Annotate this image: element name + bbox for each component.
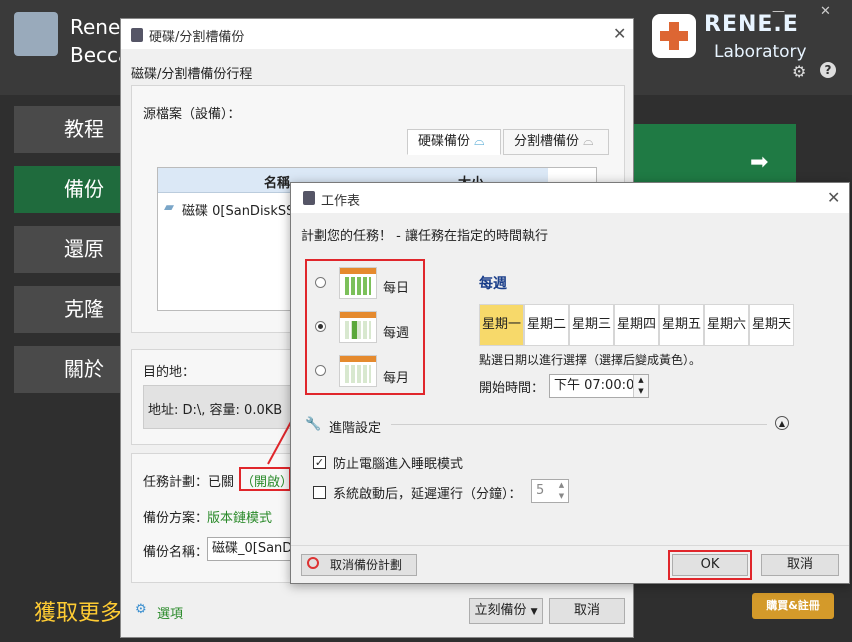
schedule-dialog-title: 工作表 xyxy=(321,194,361,209)
day-monday[interactable]: 星期一 xyxy=(479,304,524,346)
start-time-label: 開始時間： xyxy=(479,381,545,396)
schedule-dialog-titlebar xyxy=(291,183,849,213)
wrench-icon: 🔧 xyxy=(305,417,322,432)
day-sunday[interactable]: 星期天 xyxy=(749,304,794,346)
delay-checkbox[interactable] xyxy=(313,486,326,499)
close-icon[interactable]: ✕ xyxy=(827,188,840,207)
delay-label: 系統啟動后，延遲運行（分鐘）： xyxy=(333,487,522,502)
radio-daily[interactable] xyxy=(315,277,326,288)
daily-calendar-icon xyxy=(339,267,377,299)
schedule-heading: 計劃您的任務！ - 讓任務在指定的時間執行 xyxy=(301,229,548,244)
option-monthly-label[interactable]: 每月 xyxy=(383,367,409,386)
prevent-sleep-checkbox[interactable]: ✓ xyxy=(313,456,326,469)
delay-spinner[interactable]: ▲ ▼ xyxy=(555,480,568,502)
disk-app-icon xyxy=(303,191,315,205)
cancel-plan-label: 取消備份計劃 xyxy=(329,558,402,572)
advanced-divider xyxy=(391,424,767,425)
cancel-plan-icon xyxy=(307,557,319,569)
time-spinner[interactable]: ▲ ▼ xyxy=(633,375,648,397)
weekly-calendar-icon xyxy=(339,311,377,343)
day-tuesday[interactable]: 星期二 xyxy=(524,304,569,346)
day-wednesday[interactable]: 星期三 xyxy=(569,304,614,346)
monthly-calendar-icon xyxy=(339,355,377,387)
prevent-sleep-label: 防止電腦進入睡眠模式 xyxy=(333,457,464,472)
start-time-value: 下午 07:00:0( xyxy=(554,378,640,393)
schedule-cancel-button[interactable]: 取消 xyxy=(761,554,839,576)
radio-weekly[interactable] xyxy=(315,321,326,332)
option-weekly-label[interactable]: 每週 xyxy=(383,322,409,341)
collapse-chevron-icon[interactable]: ▲ xyxy=(775,416,789,430)
option-daily-label[interactable]: 每日 xyxy=(383,277,409,296)
delay-minutes-value: 5 xyxy=(536,483,545,498)
day-select-hint: 點選日期以進行選擇（選擇后變成黃色）。 xyxy=(479,353,702,367)
day-friday[interactable]: 星期五 xyxy=(659,304,704,346)
weekly-section-title: 每週 xyxy=(479,276,507,292)
schedule-dialog: 工作表 ✕ 計劃您的任務！ - 讓任務在指定的時間執行 每日 每週 每月 每週 … xyxy=(290,182,850,584)
day-thursday[interactable]: 星期四 xyxy=(614,304,659,346)
radio-monthly[interactable] xyxy=(315,365,326,376)
advanced-settings-label[interactable]: 進階設定 xyxy=(329,417,381,436)
ok-button[interactable]: OK xyxy=(672,554,748,576)
day-saturday[interactable]: 星期六 xyxy=(704,304,749,346)
